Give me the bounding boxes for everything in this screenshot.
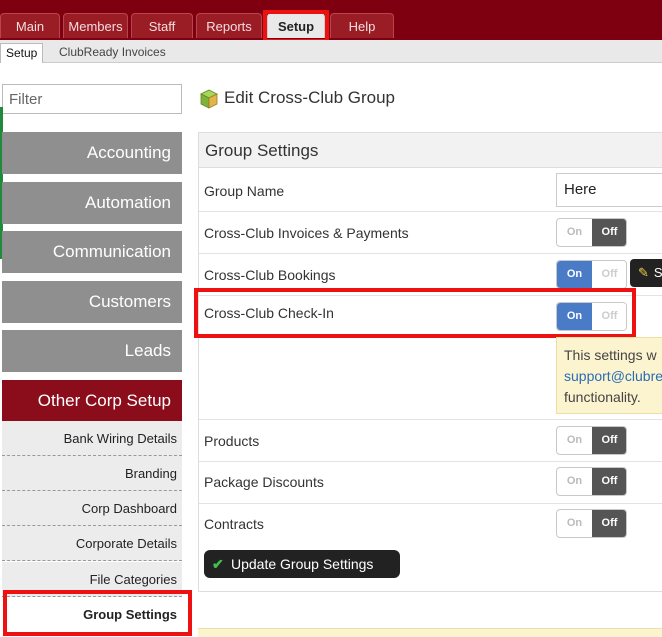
invoices-payments-label: Cross-Club Invoices & Payments (204, 225, 409, 241)
sidebar-subitem-corp-dashboard[interactable]: Corp Dashboard (2, 491, 182, 526)
tab-reports[interactable]: Reports (196, 13, 262, 38)
sidebar-item-leads[interactable]: Leads (2, 330, 182, 372)
sidebar-item-customers[interactable]: Customers (2, 281, 182, 323)
cube-stack-icon (200, 89, 218, 109)
tab-main[interactable]: Main (0, 13, 60, 38)
panel-title: Group Settings (198, 132, 662, 168)
page-title: Edit Cross-Club Group (224, 88, 396, 107)
tab-members[interactable]: Members (63, 13, 128, 38)
bookings-label: Cross-Club Bookings (204, 267, 336, 283)
subtab-setup[interactable]: Setup (0, 43, 44, 63)
toggle-on-option: On (566, 475, 583, 487)
products-label: Products (204, 433, 260, 449)
sub-nav-bar: Setup ClubReady Invoices (0, 40, 662, 63)
checkmark-icon: ✔ (212, 556, 224, 572)
sidebar-item-other-corp-setup[interactable]: Other Corp Setup (2, 380, 182, 422)
update-group-settings-button[interactable]: ✔ Update Group Settings (204, 550, 400, 578)
products-toggle[interactable]: On Off (556, 426, 627, 455)
toggle-on-option: On (566, 517, 583, 529)
bookings-tooltip[interactable]: ✎ S (630, 259, 662, 287)
contracts-label: Contracts (204, 516, 264, 532)
toggle-off-option: Off (592, 261, 626, 288)
group-name-label: Group Name (204, 183, 285, 199)
sidebar-item-accounting[interactable]: Accounting (2, 132, 182, 174)
subtab-clubready-invoices[interactable]: ClubReady Invoices (59, 43, 166, 62)
toggle-on-option: On (566, 434, 583, 446)
package-discounts-toggle[interactable]: On Off (556, 467, 627, 496)
tooltip-text: S (653, 265, 662, 280)
filter-input[interactable] (2, 84, 182, 114)
sidebar-subitem-corporate-details[interactable]: Corporate Details (2, 526, 182, 561)
invoices-payments-toggle[interactable]: On Off (556, 218, 627, 247)
bookings-toggle[interactable]: On Off (556, 260, 627, 289)
contracts-toggle[interactable]: On Off (556, 509, 627, 538)
tab-staff[interactable]: Staff (131, 13, 193, 38)
toggle-off-option: Off (592, 510, 626, 537)
check-in-highlight (194, 288, 636, 338)
setup-tab-highlight (263, 10, 329, 43)
sidebar-item-communication[interactable]: Communication (2, 231, 182, 273)
top-nav-bar: Main Members Staff Reports Setup Help (0, 0, 662, 40)
toggle-off-option: Off (592, 468, 626, 495)
notice-line-1: This settings w (564, 347, 657, 363)
support-email-link[interactable]: support@clubre (564, 366, 662, 387)
toggle-off-option: Off (592, 427, 626, 454)
update-button-label: Update Group Settings (231, 556, 374, 572)
pencil-icon: ✎ (638, 265, 649, 280)
sidebar-subitem-branding[interactable]: Branding (2, 456, 182, 491)
toggle-on-option: On (557, 261, 592, 288)
tab-help[interactable]: Help (330, 13, 394, 38)
notice-line-3: functionality. (564, 389, 641, 405)
package-discounts-label: Package Discounts (204, 474, 324, 490)
toggle-on-option: On (566, 226, 583, 238)
group-name-input[interactable]: Here (556, 173, 662, 207)
check-in-notice: This settings w support@clubre functiona… (556, 337, 662, 414)
sidebar-item-automation[interactable]: Automation (2, 182, 182, 224)
group-settings-highlight (3, 590, 192, 636)
toggle-off-option: Off (592, 219, 626, 246)
sidebar-subitem-bank-wiring-details[interactable]: Bank Wiring Details (2, 421, 182, 456)
